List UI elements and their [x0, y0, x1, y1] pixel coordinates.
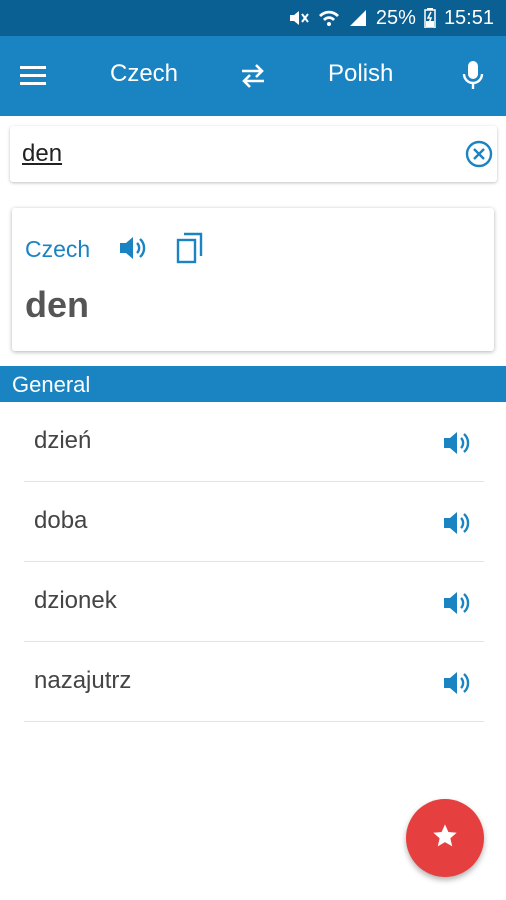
results-list: dzień doba dzionek nazajutrz — [24, 402, 484, 722]
menu-icon[interactable] — [20, 63, 48, 89]
signal-icon — [348, 8, 368, 28]
status-bar: 25% 15:51 — [0, 0, 506, 36]
search-input[interactable] — [22, 136, 442, 172]
target-language-button[interactable]: Polish — [328, 60, 393, 88]
search-box — [10, 126, 497, 182]
wifi-icon — [318, 8, 340, 28]
swap-icon[interactable] — [238, 62, 268, 95]
section-header: General — [0, 366, 506, 402]
speaker-icon[interactable] — [442, 429, 472, 462]
list-item[interactable]: doba — [24, 482, 484, 562]
clear-icon[interactable] — [465, 140, 493, 173]
copy-icon[interactable] — [176, 232, 204, 269]
speaker-icon[interactable] — [118, 234, 148, 267]
card-language-label: Czech — [25, 236, 91, 262]
list-item[interactable]: dzionek — [24, 562, 484, 642]
list-item[interactable]: dzień — [24, 402, 484, 482]
speaker-icon[interactable] — [442, 589, 472, 622]
translation-term: nazajutrz — [34, 667, 132, 694]
speaker-icon[interactable] — [442, 509, 472, 542]
source-word: den — [25, 284, 90, 325]
translation-term: dzień — [34, 427, 92, 454]
speaker-icon[interactable] — [442, 669, 472, 702]
translation-term: dzionek — [34, 587, 117, 614]
translation-term: doba — [34, 507, 88, 534]
word-card: Czech den — [12, 208, 494, 351]
microphone-icon[interactable] — [461, 60, 485, 97]
app-bar: Czech Polish — [0, 36, 506, 116]
source-language-button[interactable]: Czech — [110, 60, 178, 88]
battery-percent: 25% — [375, 6, 416, 29]
star-icon — [431, 822, 459, 855]
mute-icon — [288, 8, 310, 28]
list-item[interactable]: nazajutrz — [24, 642, 484, 722]
clock: 15:51 — [443, 6, 494, 29]
battery-icon — [424, 8, 436, 28]
favorite-button[interactable] — [406, 799, 484, 877]
